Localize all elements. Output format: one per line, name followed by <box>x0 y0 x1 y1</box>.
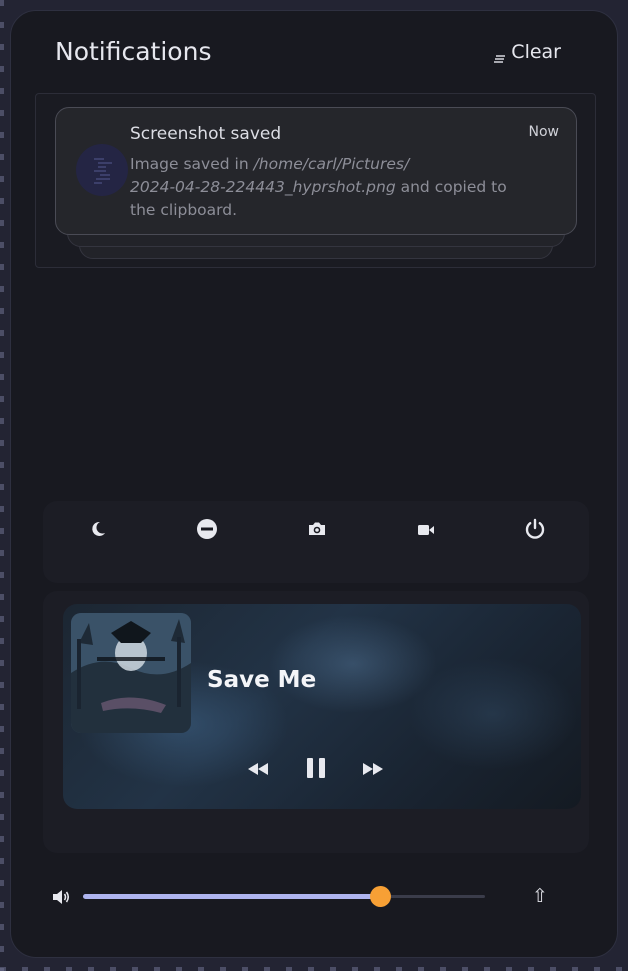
screen-record-button[interactable] <box>409 514 443 548</box>
do-not-disturb-button[interactable] <box>81 514 115 548</box>
page-title: Notifications <box>55 37 212 66</box>
desktop-edge-bottom <box>0 967 628 971</box>
notification-body-prefix: Image saved in <box>130 155 254 173</box>
video-camera-icon <box>417 522 435 541</box>
volume-slider-fill <box>83 894 381 899</box>
notification-path-line2: 2024-04-28-224443_hyprshot.png <box>130 178 396 196</box>
clear-button[interactable]: Clear <box>494 41 561 63</box>
clear-button-label: Clear <box>511 41 561 63</box>
screenshot-app-icon <box>76 144 128 196</box>
next-icon <box>362 761 384 780</box>
arrow-up-icon[interactable]: ⇧ <box>529 885 551 907</box>
previous-icon <box>247 761 269 780</box>
desktop-edge-left <box>0 0 4 971</box>
notification-center-panel: Notifications Clear Screenshot saved Now… <box>10 10 618 958</box>
song-title: Save Me <box>207 667 317 693</box>
pause-icon <box>306 757 326 783</box>
notification-card[interactable]: Screenshot saved Now Image saved in /hom… <box>55 107 577 235</box>
moon-icon <box>89 520 107 542</box>
minus-circle-icon <box>196 518 218 544</box>
volume-slider-thumb[interactable] <box>369 886 391 907</box>
notification-body: Image saved in /home/carl/Pictures/2024-… <box>130 153 530 222</box>
speaker-icon[interactable] <box>51 887 71 907</box>
power-button[interactable] <box>518 514 552 548</box>
next-button[interactable] <box>356 753 390 787</box>
mute-button[interactable] <box>190 514 224 548</box>
pause-button[interactable] <box>299 753 333 787</box>
notification-path-line1: /home/carl/Pictures/ <box>253 155 410 173</box>
power-icon <box>524 518 546 544</box>
notification-title: Screenshot saved <box>130 124 282 144</box>
screenshot-button[interactable] <box>300 514 334 548</box>
notification-time: Now <box>528 124 560 140</box>
previous-button[interactable] <box>241 753 275 787</box>
camera-icon <box>308 521 326 541</box>
album-art <box>71 613 191 733</box>
clear-all-icon <box>494 47 506 63</box>
